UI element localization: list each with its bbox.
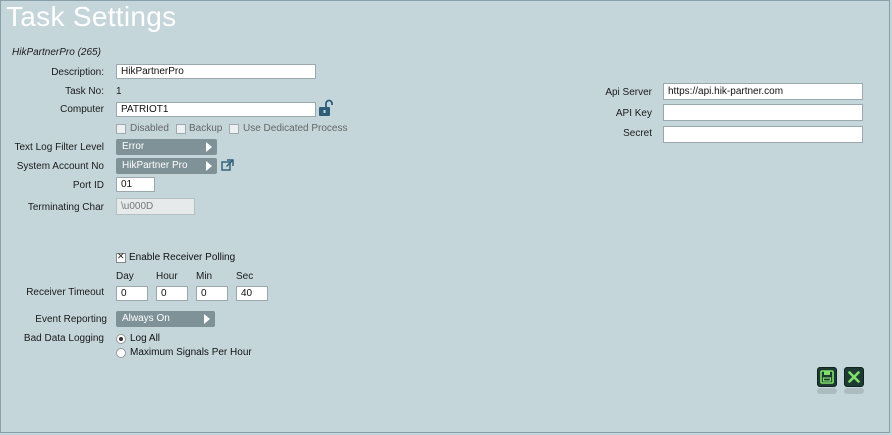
chevron-right-icon — [204, 314, 210, 324]
disabled-label: Disabled — [130, 123, 169, 134]
task-subtitle: HikPartnerPro (265) — [12, 47, 101, 58]
event-reporting-dropdown[interactable]: Always On — [116, 311, 215, 327]
page-title: Task Settings — [6, 1, 177, 32]
max-signals-label: Maximum Signals Per Hour — [130, 347, 252, 358]
terminating-char-input — [116, 198, 195, 215]
api-key-label: API Key — [615, 108, 652, 119]
cancel-button-shadow — [844, 388, 864, 394]
timeout-hour-input[interactable] — [156, 286, 188, 301]
enable-polling-label: Enable Receiver Polling — [129, 252, 236, 263]
text-log-value: Error — [122, 141, 145, 152]
save-button-shadow — [817, 388, 837, 394]
secret-input[interactable] — [663, 126, 863, 143]
description-label: Description: — [51, 67, 104, 78]
text-log-label: Text Log Filter Level — [14, 142, 105, 153]
backup-label: Backup — [189, 123, 223, 134]
dedicated-process-label: Use Dedicated Process — [243, 123, 348, 134]
event-reporting-label: Event Reporting — [35, 314, 107, 325]
hour-label: Hour — [156, 271, 178, 282]
log-all-label: Log All — [130, 333, 161, 344]
min-label: Min — [196, 271, 213, 282]
save-icon — [820, 370, 834, 384]
open-lock-icon[interactable] — [318, 99, 334, 117]
port-id-input[interactable] — [116, 177, 155, 192]
chevron-right-icon — [206, 161, 212, 171]
save-button[interactable] — [817, 367, 837, 387]
backup-checkbox[interactable] — [176, 124, 186, 134]
enable-polling-checkbox[interactable] — [116, 252, 126, 263]
terminating-char-label: Terminating Char — [27, 202, 104, 213]
task-no-label: Task No: — [65, 86, 104, 97]
computer-input[interactable] — [116, 102, 316, 117]
api-key-input[interactable] — [663, 104, 863, 121]
chevron-right-icon — [206, 142, 212, 152]
timeout-day-input[interactable] — [116, 286, 148, 301]
log-all-radio[interactable] — [116, 334, 126, 344]
port-id-label: Port ID — [72, 180, 104, 191]
max-signals-radio[interactable] — [116, 348, 126, 358]
task-no-value: 1 — [116, 86, 122, 97]
computer-label: Computer — [60, 104, 104, 115]
api-server-input[interactable] — [663, 83, 863, 100]
description-input[interactable] — [116, 64, 316, 79]
disabled-checkbox[interactable] — [116, 124, 126, 134]
timeout-sec-input[interactable] — [236, 286, 268, 301]
dedicated-process-checkbox[interactable] — [229, 124, 239, 134]
timeout-min-input[interactable] — [196, 286, 228, 301]
bad-data-logging-label: Bad Data Logging — [23, 333, 104, 344]
receiver-timeout-label: Receiver Timeout — [26, 287, 104, 298]
system-account-value: HikPartner Pro — [122, 160, 188, 171]
text-log-dropdown[interactable]: Error — [116, 139, 217, 155]
cancel-button[interactable] — [844, 367, 864, 387]
secret-label: Secret — [623, 128, 652, 139]
close-icon — [848, 371, 860, 383]
system-account-label: System Account No — [16, 161, 104, 172]
event-reporting-value: Always On — [122, 313, 170, 324]
api-server-label: Api Server — [605, 87, 652, 98]
day-label: Day — [116, 271, 134, 282]
sec-label: Sec — [236, 271, 254, 282]
external-link-icon[interactable] — [221, 159, 234, 172]
system-account-dropdown[interactable]: HikPartner Pro — [116, 158, 217, 174]
